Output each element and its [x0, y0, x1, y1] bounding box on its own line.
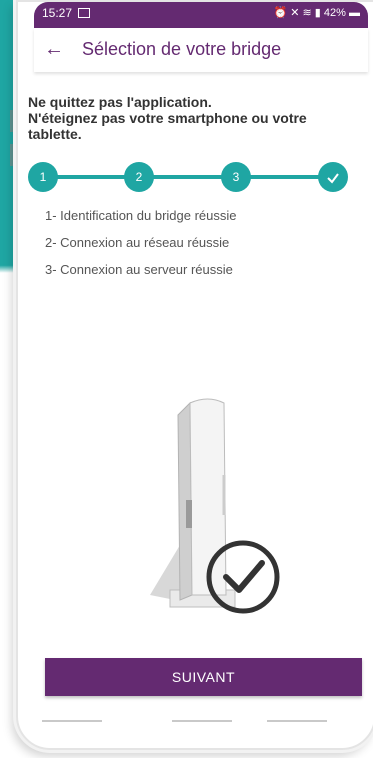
- warning-line-2: N'éteignez pas votre smartphone ou votre…: [28, 110, 307, 142]
- bridge-device-illustration: [150, 398, 280, 614]
- warning-line-1: Ne quittez pas l'application.: [28, 94, 212, 110]
- decorative-marks: [10, 110, 14, 178]
- result-item: 3- Connexion au serveur réussie: [45, 262, 233, 277]
- stepper-line: [42, 175, 342, 179]
- next-button[interactable]: SUIVANT: [45, 658, 362, 696]
- check-icon: [327, 173, 339, 184]
- warning-text: Ne quittez pas l'application. N'éteignez…: [28, 94, 338, 142]
- nav-back[interactable]: [267, 720, 327, 722]
- status-time: 15:27: [42, 6, 73, 20]
- status-system-icons: ⏰ ✕ ≋ ▮ 42% ▬: [273, 6, 360, 19]
- arrow-left-icon: ←: [44, 38, 64, 60]
- mute-icon: ✕: [290, 7, 300, 19]
- nav-recent[interactable]: [42, 720, 102, 722]
- page-title: Sélection de votre bridge: [82, 39, 282, 59]
- signal-icon: ▮: [314, 7, 321, 19]
- battery-icon: ▬: [349, 7, 360, 19]
- result-item: 2- Connexion au réseau réussie: [45, 235, 230, 250]
- status-bar: 15:27 ⏰ ✕ ≋ ▮ 42% ▬: [34, 2, 368, 28]
- wifi-icon: ≋: [302, 7, 312, 19]
- navigation-bar: [32, 714, 366, 734]
- progress-stepper: 1 2 3: [28, 162, 362, 192]
- image-notification-icon: [78, 8, 90, 18]
- back-button[interactable]: ←: [44, 38, 64, 60]
- step-2: 2: [124, 162, 154, 192]
- results-list: 1- Identification du bridge réussie 2- C…: [45, 208, 237, 289]
- result-item: 1- Identification du bridge réussie: [45, 208, 237, 223]
- step-done: [318, 162, 348, 192]
- app-bar: ← Sélection de votre bridge: [34, 28, 368, 72]
- step-1: 1: [28, 162, 58, 192]
- battery-level: 42%: [323, 7, 346, 19]
- step-3: 3: [221, 162, 251, 192]
- nav-home[interactable]: [172, 720, 232, 722]
- alarm-icon: ⏰: [273, 7, 288, 19]
